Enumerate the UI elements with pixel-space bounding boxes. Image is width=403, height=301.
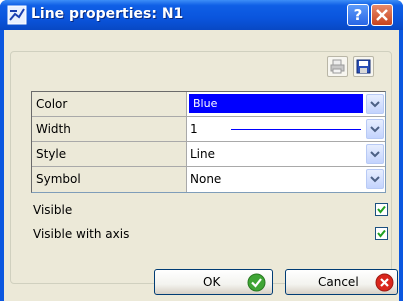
save-icon <box>356 59 371 74</box>
visible-checkbox[interactable] <box>375 203 388 216</box>
property-row-width: Width 1 <box>32 117 385 142</box>
visible-with-axis-checkbox[interactable] <box>375 227 388 240</box>
chevron-down-icon <box>370 101 380 108</box>
check-circle-icon <box>247 273 266 292</box>
width-label: Width <box>32 117 187 141</box>
color-swatch: Blue <box>189 94 363 113</box>
symbol-dropdown-button[interactable] <box>366 169 384 189</box>
window-title: Line properties: N1 <box>31 6 184 22</box>
title-bar[interactable]: Line properties: N1 ? <box>0 0 403 30</box>
cancel-circle-icon <box>375 273 394 292</box>
dialog-body: Color Blue Width 1 Style Line Symbol Non… <box>4 30 399 301</box>
width-dropdown-button[interactable] <box>366 119 384 139</box>
symbol-dropdown[interactable]: None <box>187 167 385 192</box>
visible-with-axis-label: Visible with axis <box>33 227 130 241</box>
line-width-preview <box>231 129 361 130</box>
cancel-label: Cancel <box>318 275 359 289</box>
property-grid: Color Blue Width 1 Style Line Symbol Non… <box>31 91 386 193</box>
style-dropdown-button[interactable] <box>366 144 384 164</box>
visible-label: Visible <box>33 203 73 217</box>
property-row-symbol: Symbol None <box>32 167 385 192</box>
chevron-down-icon <box>370 151 380 158</box>
ok-button[interactable]: OK <box>154 269 273 295</box>
style-dropdown[interactable]: Line <box>187 142 385 166</box>
save-button[interactable] <box>353 56 374 77</box>
close-icon <box>376 9 388 21</box>
width-dropdown[interactable]: 1 <box>187 117 385 141</box>
style-label: Style <box>32 142 187 166</box>
chevron-down-icon <box>370 126 380 133</box>
visible-option: Visible <box>33 202 388 220</box>
style-value: Line <box>190 147 216 161</box>
symbol-label: Symbol <box>32 167 187 192</box>
help-button[interactable]: ? <box>347 4 369 26</box>
property-row-style: Style Line <box>32 142 385 167</box>
property-row-color: Color Blue <box>32 92 385 117</box>
dialog-window: Line properties: N1 ? Color Blue Width 1… <box>0 0 403 301</box>
symbol-value: None <box>190 172 222 186</box>
chevron-down-icon <box>370 176 380 183</box>
color-dropdown-button[interactable] <box>366 94 384 114</box>
line-chart-icon <box>7 5 27 25</box>
print-button[interactable] <box>327 56 348 77</box>
cancel-button[interactable]: Cancel <box>285 269 398 295</box>
color-dropdown[interactable]: Blue <box>187 92 385 116</box>
color-label: Color <box>32 92 187 116</box>
close-button[interactable] <box>371 4 393 26</box>
checkmark-icon <box>377 229 386 238</box>
print-icon <box>330 59 345 74</box>
ok-label: OK <box>203 275 221 289</box>
visible-with-axis-option: Visible with axis <box>33 226 388 244</box>
width-value: 1 <box>190 122 198 136</box>
checkmark-icon <box>377 205 386 214</box>
